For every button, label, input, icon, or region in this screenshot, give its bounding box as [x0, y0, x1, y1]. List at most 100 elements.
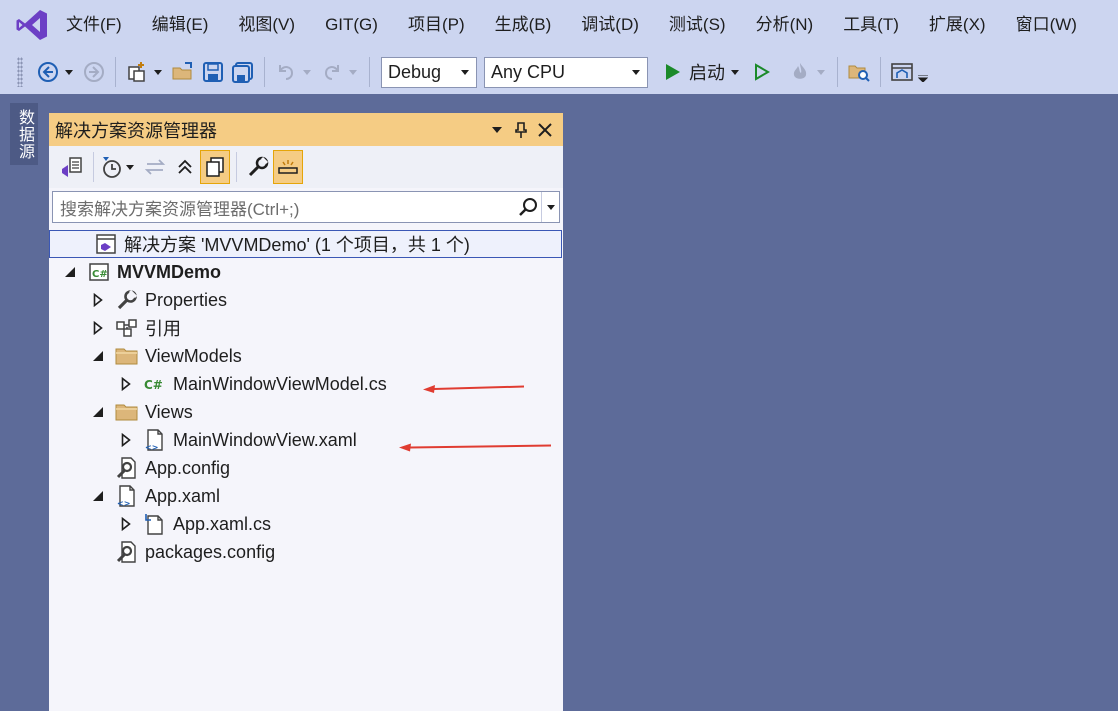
config-file-icon [115, 540, 139, 564]
collapse-arrow-icon[interactable] [91, 349, 105, 363]
menu-item[interactable]: GIT(G) [310, 10, 393, 40]
expand-arrow-icon[interactable] [91, 321, 105, 335]
wrench-icon [115, 288, 139, 312]
toolbar-overflow-icon[interactable] [917, 63, 929, 93]
tree-row[interactable]: packages.config [49, 538, 563, 566]
toolbar-separator [236, 152, 237, 182]
search-icon[interactable] [515, 192, 541, 222]
annotation-arrow [423, 385, 525, 393]
tree-item-label: Views [145, 401, 193, 422]
csharp-file-icon: C# [143, 372, 167, 396]
toolbar-separator [264, 57, 265, 87]
pin-icon[interactable] [509, 118, 533, 142]
svg-text:C#: C# [92, 269, 108, 280]
menu-item[interactable]: 编辑(E) [137, 10, 224, 40]
collapse-all-icon[interactable] [170, 150, 200, 184]
redo-icon[interactable] [319, 57, 345, 87]
solution-explorer-toolbar [49, 146, 563, 188]
data-sources-tab[interactable]: 数据源 [10, 103, 38, 165]
visual-studio-logo-icon[interactable] [14, 7, 50, 43]
collapse-arrow-icon[interactable] [91, 489, 105, 503]
solution-tree: 解决方案 'MVVMDemo' (1 个项目，共 1 个) C# MVVMDemo P… [49, 230, 563, 566]
menu-item[interactable]: 分析(N) [741, 10, 829, 40]
tree-row[interactable]: App.xaml.cs [49, 510, 563, 538]
folder-icon [115, 400, 139, 424]
solution-explorer-search[interactable]: 搜索解决方案资源管理器(Ctrl+;) [52, 191, 560, 223]
start-icon [666, 64, 680, 80]
tree-row[interactable]: ViewModels [49, 342, 563, 370]
toolbar-separator [93, 152, 94, 182]
new-project-icon[interactable] [124, 57, 150, 87]
undo-dropdown-icon[interactable] [301, 57, 313, 87]
menu-item[interactable]: 测试(S) [654, 10, 741, 40]
browser-link-icon[interactable] [889, 57, 915, 87]
tree-row[interactable]: C# MVVMDemo [49, 258, 563, 286]
switch-views-icon[interactable] [57, 150, 87, 184]
save-all-icon[interactable] [230, 57, 256, 87]
toolbar-grip[interactable] [17, 57, 23, 87]
preview-selected-items-icon[interactable] [273, 150, 303, 184]
tree-item-label: App.xaml.cs [173, 513, 272, 534]
start-debugging-button[interactable]: 启动 [661, 57, 729, 87]
start-without-debugging-icon[interactable] [749, 57, 775, 87]
solution-explorer-title-bar[interactable]: 解决方案资源管理器 [49, 113, 563, 146]
menu-item[interactable]: 窗口(W) [1001, 10, 1092, 40]
tree-row[interactable]: <> App.xaml [49, 482, 563, 510]
undo-icon[interactable] [273, 57, 299, 87]
tree-row[interactable]: Views [49, 398, 563, 426]
menu-item[interactable]: 视图(V) [223, 10, 310, 40]
solution-platform-select[interactable]: Any CPU [484, 56, 648, 88]
open-folder-icon[interactable] [170, 57, 196, 87]
collapse-arrow-icon[interactable] [91, 405, 105, 419]
properties-icon[interactable] [243, 150, 273, 184]
menu-item[interactable]: 生成(B) [480, 10, 567, 40]
expand-arrow-icon[interactable] [119, 377, 133, 391]
menu-item[interactable]: 项目(P) [393, 10, 480, 40]
hot-reload-dropdown-icon[interactable] [815, 57, 827, 87]
tree-row[interactable]: 解决方案 'MVVMDemo' (1 个项目，共 1 个) [49, 230, 562, 258]
show-all-files-icon[interactable] [200, 150, 230, 184]
tree-row[interactable]: Properties [49, 286, 563, 314]
save-icon[interactable] [200, 57, 226, 87]
menu-item[interactable]: 工具(T) [828, 10, 914, 40]
back-dropdown-icon[interactable] [63, 57, 75, 87]
search-options-dropdown-icon[interactable] [541, 192, 559, 222]
tree-row[interactable]: 引用 [49, 314, 563, 342]
menu-item[interactable]: 调试(D) [566, 10, 654, 40]
menu-item[interactable]: 文件(F) [66, 10, 137, 40]
toolbar-separator [837, 57, 838, 87]
close-icon[interactable] [533, 118, 557, 142]
references-icon [115, 316, 139, 340]
forward-icon[interactable] [81, 57, 107, 87]
find-in-files-icon[interactable] [846, 57, 872, 87]
redo-dropdown-icon[interactable] [347, 57, 359, 87]
collapse-arrow-icon[interactable] [63, 265, 77, 279]
search-input[interactable]: 搜索解决方案资源管理器(Ctrl+;) [53, 195, 515, 220]
back-icon[interactable] [35, 57, 61, 87]
filter-dropdown-icon[interactable] [124, 152, 136, 182]
expand-arrow-icon[interactable] [91, 293, 105, 307]
expander-placeholder [70, 237, 84, 251]
expander-placeholder [91, 461, 105, 475]
menu-bar: 文件(F) 编辑(E) 视图(V) GIT(G) 项目(P) 生成(B) 调试(D) 测试(S… [0, 0, 1118, 50]
solution-configuration-select[interactable]: Debug [381, 56, 477, 88]
pending-changes-filter-icon[interactable] [100, 150, 124, 184]
expand-arrow-icon[interactable] [119, 433, 133, 447]
tree-item-label: 解决方案 'MVVMDemo' (1 个项目，共 1 个) [124, 235, 470, 255]
expand-arrow-icon[interactable] [119, 517, 133, 531]
solution-configuration-value: Debug [388, 61, 442, 82]
xaml-file-icon: <> [143, 428, 167, 452]
window-position-dropdown-icon[interactable] [485, 118, 509, 142]
new-project-dropdown-icon[interactable] [152, 57, 164, 87]
toolbar-separator [369, 57, 370, 87]
sync-with-active-document-icon[interactable] [140, 150, 170, 184]
tree-item-label: Properties [145, 289, 228, 310]
menu-item[interactable]: 扩展(X) [914, 10, 1001, 40]
hot-reload-icon[interactable] [787, 57, 813, 87]
left-tool-strip [0, 103, 10, 711]
start-dropdown-icon[interactable] [729, 57, 741, 87]
csharp-project-icon: C# [87, 260, 111, 284]
menu-items: 文件(F) 编辑(E) 视图(V) GIT(G) 项目(P) 生成(B) 调试(D) 测试(S… [66, 10, 1092, 40]
tree-row[interactable]: App.config [49, 454, 563, 482]
tree-item-label: packages.config [145, 541, 276, 562]
